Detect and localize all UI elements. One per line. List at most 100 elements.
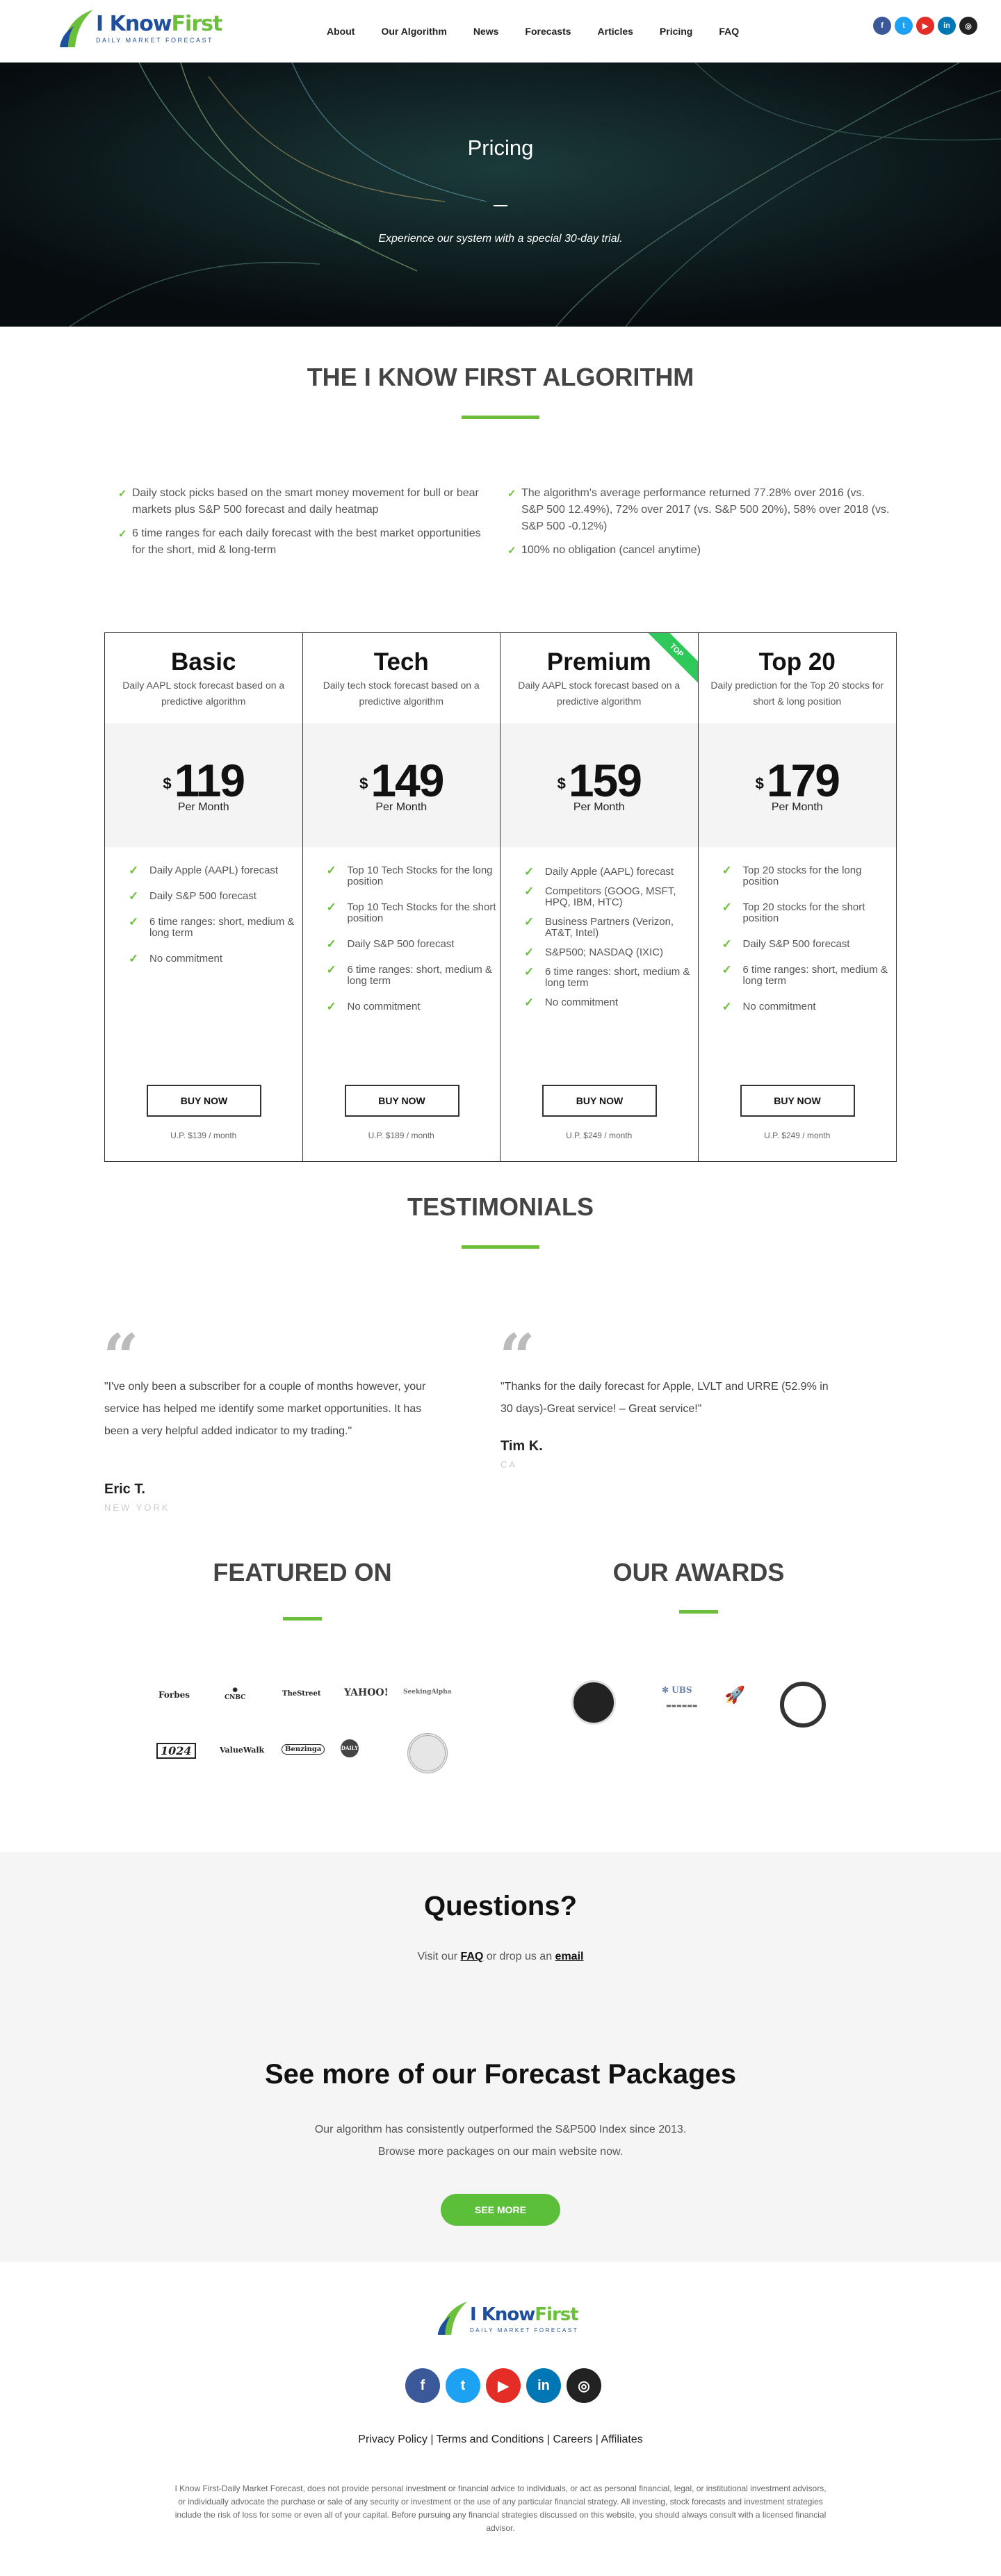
plan-feature: ✓ S&P500; NASDAQ (IXIC) (524, 946, 698, 958)
checkmark-icon: ✓ (326, 963, 336, 976)
plan-feature-text: 6 time ranges: short, medium & long term (742, 964, 888, 987)
faq-link[interactable]: FAQ (460, 1951, 483, 1962)
checkmark-icon: ✓ (326, 937, 336, 951)
plan-feature-text: 6 time ranges: short, medium & long term (149, 916, 295, 939)
yahoo-logo: YAHOO! (344, 1687, 389, 1698)
plan-name: Tech (373, 648, 429, 675)
nav-about[interactable]: About (327, 26, 355, 37)
featured-title-underline (283, 1617, 322, 1621)
questions-text-prefix: Visit our (417, 1951, 461, 1962)
logo-title-part2: First (171, 12, 223, 36)
price-amount: 119 (174, 755, 245, 806)
plan-feature: ✓ Business Partners (Verizon, AT&T, Intel… (524, 915, 698, 939)
checkmark-icon: ✓ (524, 996, 535, 1009)
1024-logo: 1024 (156, 1743, 196, 1759)
plan-feature-text: 6 time ranges: short, medium & long term (347, 964, 492, 987)
site-logo[interactable]: I KnowFirst DAILY MARKET FORECAST (58, 7, 222, 50)
checkmark-icon: ✓ (129, 915, 139, 928)
currency-symbol: $ (163, 775, 172, 792)
plan-feature-text: Daily S&P 500 forecast (149, 890, 257, 902)
checkmark-icon: ✓ (722, 937, 732, 951)
price-period: Per Month (177, 801, 229, 813)
plan-feature-text: No commitment (149, 953, 223, 965)
affiliates-link[interactable]: Affiliates (601, 2434, 643, 2445)
plan-description: Daily prediction for the Top 20 stocks f… (710, 680, 884, 707)
plan-premium: TOP Premium Daily AAPL stock forecast ba… (500, 633, 699, 1161)
checkmark-icon: ✓ (524, 915, 535, 928)
see-more-button[interactable]: SEE MORE (441, 2194, 560, 2226)
plan-features: ✓ Daily Apple (AAPL) forecast ✓ Daily S&P … (105, 847, 302, 965)
youtube-icon[interactable]: ▶ (486, 2368, 521, 2403)
seal-logo (407, 1733, 448, 1773)
testimonial-location: NEW YORK (104, 1502, 170, 1513)
nav-articles[interactable]: Articles (598, 26, 633, 37)
plan-features: ✓ Top 20 stocks for the long position ✓ To… (699, 847, 897, 1012)
plan-description: Daily AAPL stock forecast based on a pre… (122, 680, 285, 707)
usual-price: U.P. $249 / month (764, 1131, 831, 1140)
instagram-icon[interactable]: ◎ (959, 17, 977, 35)
nav-our-algorithm[interactable]: Our Algorithm (381, 26, 446, 37)
checkmark-icon: ✓ (118, 488, 127, 500)
plan-basic: Basic Daily AAPL stock forecast based on… (105, 633, 303, 1161)
rocket-award-icon: 🚀 (724, 1684, 745, 1705)
plan-top20: Top 20 Daily prediction for the Top 20 s… (698, 633, 897, 1161)
buy-now-button-basic[interactable]: BUY NOW (147, 1085, 261, 1117)
awards-title: OUR AWARDS (612, 1558, 785, 1586)
questions-text: Visit our FAQ or drop us an email (0, 1951, 1001, 1963)
buy-now-button-premium[interactable]: BUY NOW (542, 1085, 657, 1117)
price-amount: 159 (568, 755, 642, 806)
checkmark-icon: ✓ (326, 1000, 336, 1013)
plan-feature: ✓ 6 time ranges: short, medium & long ter… (129, 915, 302, 939)
currency-symbol: $ (359, 775, 368, 792)
facebook-icon[interactable]: f (405, 2368, 440, 2403)
careers-link[interactable]: Careers (553, 2434, 592, 2445)
nav-forecasts[interactable]: Forecasts (525, 26, 571, 37)
linkedin-icon[interactable]: in (938, 17, 956, 35)
nav-pricing[interactable]: Pricing (660, 26, 692, 37)
plan-feature-text: Competitors (GOOG, MSFT, HPQ, IBM, HTC) (545, 885, 676, 908)
hero-banner: Pricing Experience our system with a spe… (0, 63, 1001, 327)
plan-description: Daily AAPL stock forecast based on a pre… (518, 680, 681, 707)
footer-logo-title-part2: First (535, 2304, 578, 2325)
hero-subtitle: Experience our system with a special 30-… (378, 233, 623, 245)
terms-link[interactable]: Terms and Conditions (437, 2434, 544, 2445)
daily-logo: DAILY (341, 1739, 359, 1757)
plan-feature: ✓ Top 20 stocks for the short position (722, 901, 897, 924)
feature-item: ✓ 100% no obligation (cancel anytime) (507, 542, 890, 559)
footer-links: Privacy Policy | Terms and Conditions | … (358, 2434, 643, 2445)
checkmark-icon: ✓ (722, 1000, 732, 1013)
feature-item: ✓ The algorithm's average performance ret… (507, 485, 890, 535)
site-header: I KnowFirst DAILY MARKET FORECAST About … (0, 0, 1001, 63)
youtube-icon[interactable]: ▶ (916, 17, 934, 35)
nav-news[interactable]: News (473, 26, 499, 37)
checkmark-icon: ✓ (326, 901, 336, 914)
checkmark-icon: ✓ (118, 528, 127, 540)
buy-now-button-tech[interactable]: BUY NOW (344, 1085, 459, 1117)
algorithm-title: THE I KNOW FIRST ALGORITHM (307, 363, 694, 391)
questions-text-middle: or drop us an (483, 1951, 555, 1962)
plan-feature-text: Business Partners (Verizon, AT&T, Intel) (545, 916, 674, 939)
facebook-icon[interactable]: f (873, 17, 891, 35)
linkedin-icon[interactable]: in (526, 2368, 561, 2403)
plan-feature: ✓ No commitment (129, 953, 302, 965)
checkmark-icon: ✓ (507, 488, 516, 500)
testimonial-author: Tim K. (500, 1438, 543, 1454)
more-packages-line2: Browse more packages on our main website… (377, 2146, 624, 2158)
questions-section: Questions? Visit our FAQ or drop us an e… (0, 1852, 1001, 2262)
email-link[interactable]: email (555, 1951, 584, 1962)
price-amount: 179 (766, 755, 840, 806)
instagram-icon[interactable]: ◎ (567, 2368, 601, 2403)
footer-logo-tagline: DAILY MARKET FORECAST (470, 2327, 579, 2333)
twitter-icon[interactable]: t (895, 17, 913, 35)
footer-logo[interactable]: I KnowFirst DAILY MARKET FORECAST (437, 2299, 579, 2338)
privacy-policy-link[interactable]: Privacy Policy (358, 2434, 428, 2445)
buy-now-button-top20[interactable]: BUY NOW (740, 1085, 855, 1117)
twitter-icon[interactable]: t (446, 2368, 480, 2403)
plan-feature-text: No commitment (545, 996, 619, 1008)
price-period: Per Month (573, 801, 625, 813)
nav-faq[interactable]: FAQ (719, 26, 739, 37)
cnbc-logo-text: CNBC (225, 1694, 246, 1701)
checkmark-icon: ✓ (129, 864, 139, 877)
plan-feature-text: Top 10 Tech Stocks for the long position (347, 864, 493, 887)
feature-text: The algorithm's average performance retu… (521, 487, 890, 532)
